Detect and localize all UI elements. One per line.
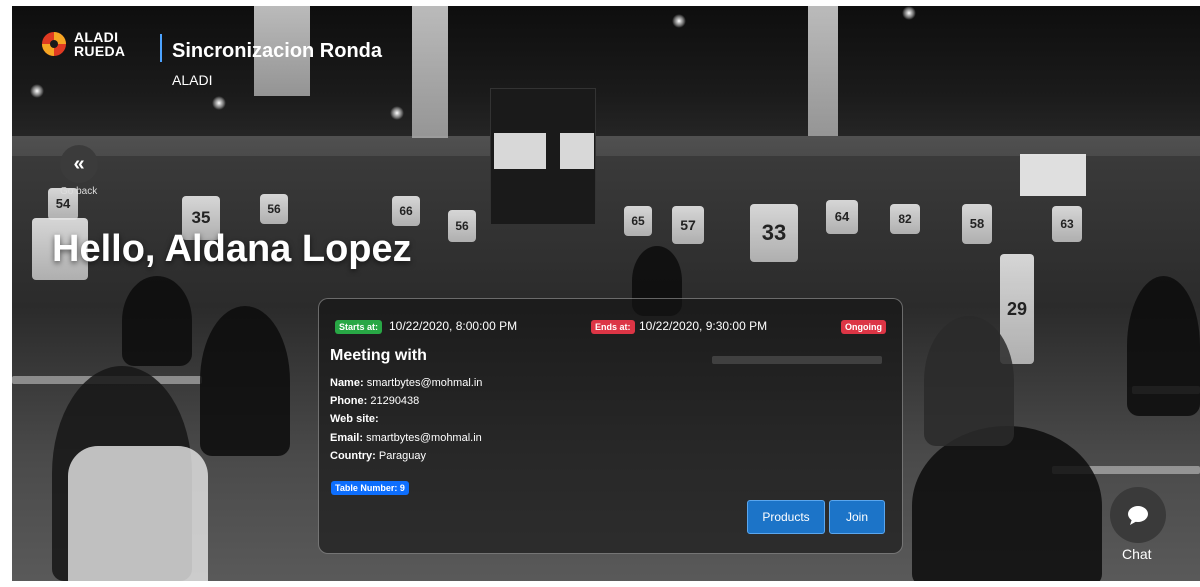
double-chevron-left-icon: « — [73, 152, 85, 175]
globe-logo-icon — [40, 30, 68, 58]
table-sign: 57 — [672, 206, 704, 244]
table-sign: 65 — [624, 206, 652, 236]
table-number-badge: Table Number: 9 — [331, 481, 409, 495]
attendee-silhouette — [924, 316, 1014, 446]
logo-line-2: RUEDA — [74, 43, 126, 59]
contact-country-label: Country: — [330, 450, 376, 462]
attendee-silhouette — [122, 276, 192, 366]
app-subtitle: ALADI — [172, 72, 213, 88]
starts-at-badge: Starts at: — [335, 320, 383, 334]
table-sign: 63 — [1052, 206, 1082, 242]
table-sign: 64 — [826, 200, 858, 234]
table-sign: 33 — [750, 204, 798, 262]
app-title: Sincronizacion Ronda — [172, 40, 383, 62]
meeting-with-heading: Meeting with — [330, 347, 427, 364]
table-sign: 58 — [962, 204, 992, 244]
contact-email-row: Email: smartbytes@mohmal.in — [330, 432, 482, 444]
contact-name-label: Name: — [330, 377, 364, 389]
table-sign: 56 — [260, 194, 288, 224]
contact-name-row: Name: smartbytes@mohmal.in — [330, 377, 482, 389]
ceiling-light — [30, 84, 44, 98]
ceiling-light — [390, 106, 404, 120]
table-sign: 66 — [392, 196, 420, 226]
meeting-card: Starts at: 10/22/2020, 8:00:00 PM Ends a… — [318, 298, 903, 554]
logo-line-1: ALADI — [74, 29, 119, 45]
ends-at-value: 10/22/2020, 9:30:00 PM — [639, 319, 768, 333]
join-button[interactable]: Join — [829, 500, 885, 534]
ends-at-badge: Ends at: — [591, 320, 635, 334]
header-divider — [160, 34, 162, 62]
ceiling-light — [672, 14, 686, 28]
status-badge: Ongoing — [841, 320, 886, 334]
contact-name-value: smartbytes@mohmal.in — [366, 377, 483, 389]
contact-email-label: Email: — [330, 432, 364, 444]
go-back-label: Go back — [60, 186, 98, 197]
go-back-button[interactable]: « — [60, 145, 98, 183]
table-sign: 56 — [448, 210, 476, 242]
contact-phone-row: Phone: 21290438 — [330, 395, 419, 407]
bright-window — [1020, 154, 1086, 196]
hanging-banner — [412, 6, 448, 138]
attendee-silhouette — [1127, 276, 1200, 416]
contact-country-row: Country: Paraguay — [330, 450, 426, 462]
chat-bubble-icon — [1128, 506, 1148, 525]
hanging-banner — [808, 6, 838, 136]
attendee-silhouette — [200, 306, 290, 456]
starts-at-value: 10/22/2020, 8:00:00 PM — [389, 319, 518, 333]
aladi-rueda-logo[interactable]: ALADI RUEDA — [40, 30, 125, 58]
ceiling-light — [902, 6, 916, 20]
contact-phone-label: Phone: — [330, 395, 368, 407]
attendee-silhouette — [912, 426, 1102, 581]
table-sign: 82 — [890, 204, 920, 234]
products-button[interactable]: Products — [747, 500, 825, 534]
logo-wordmark: ALADI RUEDA — [74, 30, 125, 58]
attendee-shirt — [68, 446, 208, 581]
greeting-heading: Hello, Aldana Lopez — [52, 228, 412, 270]
operations-booth — [490, 88, 596, 225]
ceiling-light — [212, 96, 226, 110]
contact-website-row: Web site: — [330, 413, 379, 425]
contact-email-value: smartbytes@mohmal.in — [366, 432, 482, 444]
contact-country-value: Paraguay — [378, 450, 426, 462]
contact-website-label: Web site: — [330, 413, 379, 425]
chat-label: Chat — [1122, 546, 1152, 562]
contact-phone-value: 21290438 — [370, 395, 420, 407]
chat-button[interactable] — [1110, 487, 1166, 543]
